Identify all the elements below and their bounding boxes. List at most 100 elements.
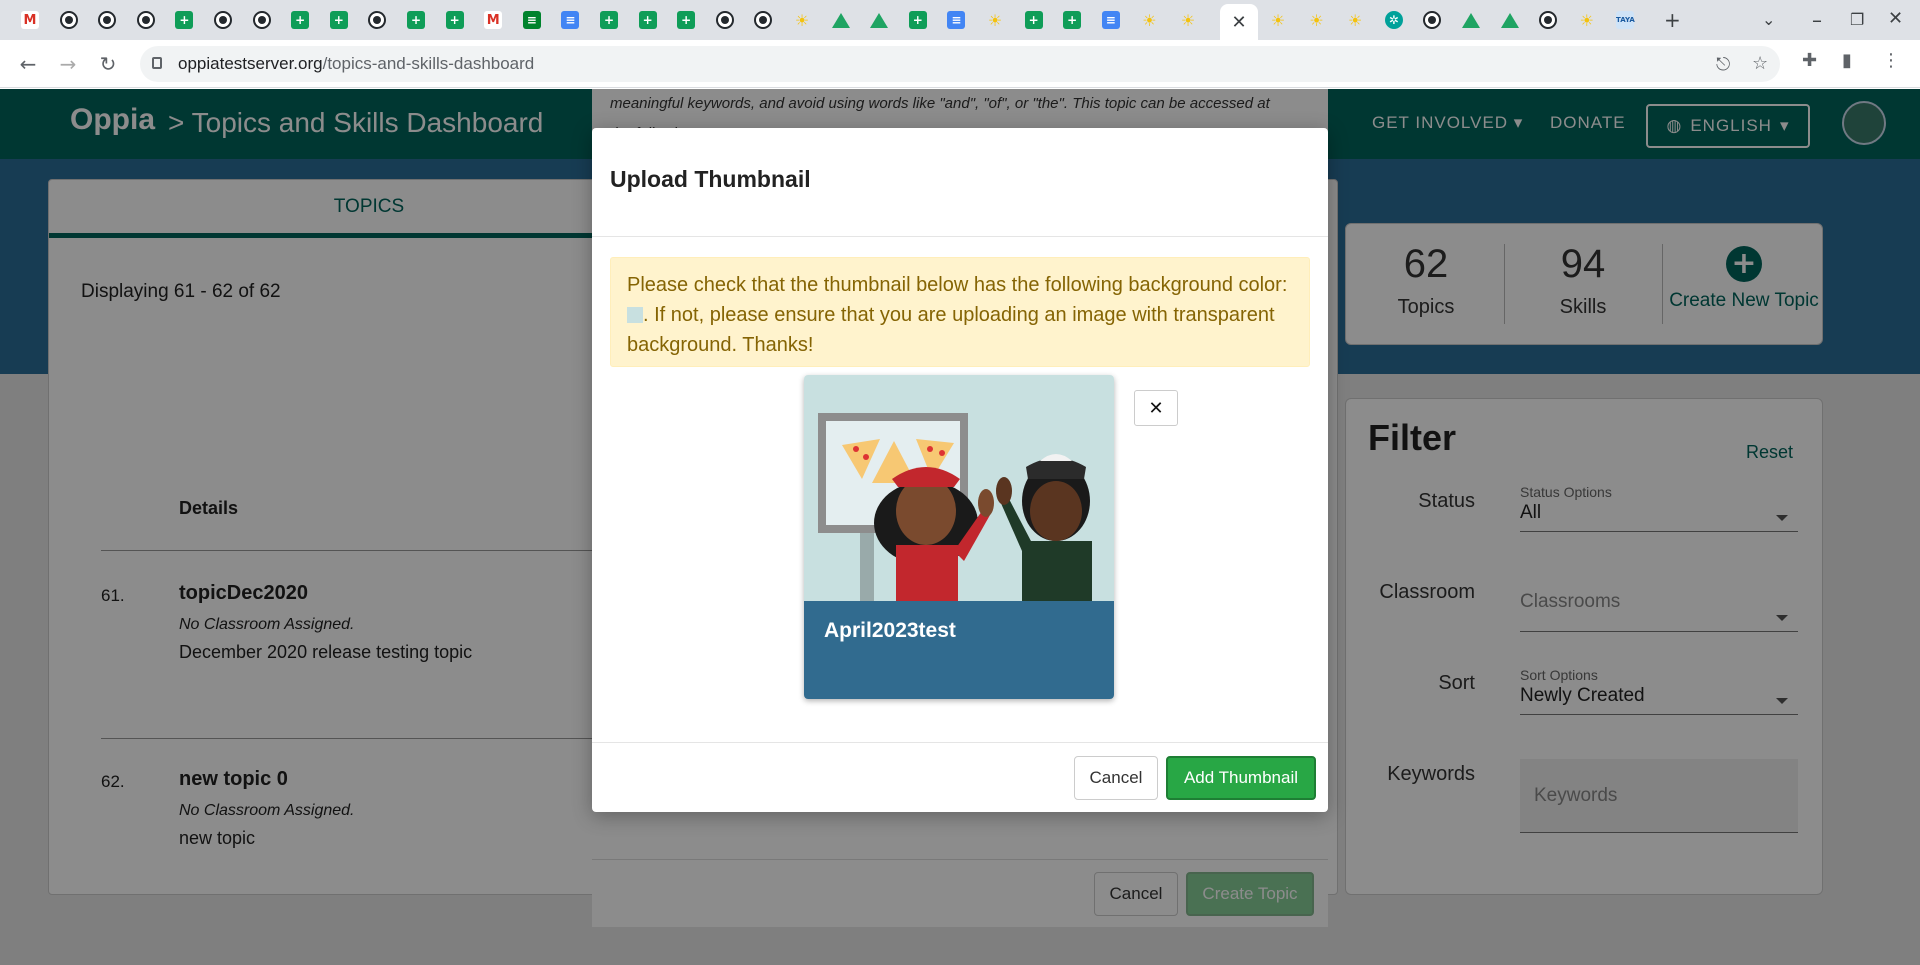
browser-tab[interactable] [211,8,235,32]
browser-tab[interactable]: + [636,8,660,32]
browser-tab[interactable] [95,8,119,32]
browser-tab[interactable]: ☀ [1305,8,1329,32]
browser-tab[interactable]: ☀ [1575,8,1599,32]
window-close-icon[interactable]: ✕ [1888,8,1903,29]
cancel-button[interactable]: Cancel [1074,756,1158,800]
url-text: oppiatestserver.org/topics-and-skills-da… [178,54,534,74]
gmail-icon: M [21,11,39,29]
minimize-icon[interactable]: – [1812,8,1822,32]
lightbulb-icon: ☀ [987,10,1003,30]
docs-icon: ≡ [561,11,580,29]
browser-tab-strip: ✕ + ⌄ – ❐ ✕ M + + + + + M ≡ ≡ + + + ☀ + ≡ ☀ + + ≡ ☀ ☀ ☀ ☀ ☀ ✲ ☀ TA… [0,0,1920,40]
browser-tab[interactable] [1536,8,1560,32]
browser-tab[interactable] [751,8,775,32]
modal-title: Upload Thumbnail [610,166,811,192]
menu-kebab-icon[interactable]: ⋮ [1882,50,1900,71]
browser-tab[interactable]: + [404,8,428,32]
github-icon [136,11,155,29]
add-thumbnail-button[interactable]: Add Thumbnail [1166,756,1316,800]
github-icon [214,11,232,29]
browser-tab[interactable]: ☀ [790,8,814,32]
browser-tab[interactable] [713,8,737,32]
active-tab[interactable]: ✕ [1220,4,1258,40]
browser-tab[interactable]: ≡ [944,8,968,32]
address-bar[interactable]: oppiatestserver.org/topics-and-skills-da… [140,46,1780,82]
close-icon: ✕ [1148,397,1164,419]
browser-tab[interactable] [365,8,389,32]
lightbulb-icon: ☀ [1142,10,1157,30]
browser-tab[interactable]: + [327,8,351,32]
tab-close-icon[interactable]: ✕ [1231,12,1246,33]
browser-tab[interactable]: ≡ [558,8,582,32]
reload-icon[interactable]: ↻ [94,50,122,78]
github-icon [368,11,387,29]
lock-icon [152,57,162,69]
sheets-icon: + [445,11,464,29]
thumbnail-title-bar: April2023test [804,601,1114,699]
share-icon[interactable]: ⎋ [1716,54,1730,75]
upload-thumbnail-modal: Upload Thumbnail Please check that the t… [592,128,1328,812]
docs-icon: ≡ [947,11,966,29]
browser-tab[interactable]: + [1060,8,1084,32]
chat-icon: ≡ [522,11,541,29]
back-icon[interactable]: ← [14,50,42,78]
browser-tab[interactable]: + [597,8,621,32]
browser-tab[interactable]: M [18,8,42,32]
browser-tab[interactable]: ☀ [983,8,1007,32]
side-panel-icon[interactable]: ▮ [1842,50,1852,71]
sheets-icon: + [1063,11,1082,29]
thumbnail-illustration [804,375,1114,601]
browser-tab[interactable] [1459,8,1483,32]
thumbnail-title: April2023test [824,619,956,642]
browser-tab[interactable]: ☀ [1176,8,1200,32]
bookmark-star-icon[interactable]: ☆ [1752,53,1768,74]
modal-header-divider [592,236,1328,237]
browser-tab[interactable] [1420,8,1444,32]
github-icon [98,11,117,29]
alert-text-part2: . If not, please ensure that you are upl… [627,304,1275,356]
browser-tab[interactable]: + [674,8,698,32]
browser-tab[interactable]: ≡ [520,8,544,32]
browser-tab[interactable] [57,8,81,32]
sheets-icon: + [908,11,927,29]
drive-icon [1462,12,1480,28]
browser-tab[interactable] [829,8,853,32]
lightbulb-icon: ☀ [794,10,810,30]
lightbulb-icon: ☀ [1579,10,1594,30]
browser-tab[interactable]: + [443,8,467,32]
browser-tab[interactable]: TAYA [1613,8,1637,32]
browser-tab[interactable]: ☀ [1343,8,1367,32]
modal-footer-divider [592,742,1328,743]
thumbnail-preview: April2023test [804,375,1114,699]
browser-tab[interactable] [250,8,274,32]
sheets-icon: + [600,11,618,29]
browser-tab[interactable]: + [172,8,196,32]
forward-icon[interactable]: → [54,50,82,78]
browser-tab[interactable] [1498,8,1522,32]
restore-icon[interactable]: ❐ [1850,10,1864,29]
docs-icon: ≡ [1101,11,1120,29]
github-icon [252,11,271,29]
new-tab-icon[interactable]: + [1664,8,1681,32]
browser-tab[interactable]: ✲ [1382,8,1406,32]
browser-tab[interactable]: + [288,8,312,32]
browser-tab[interactable] [134,8,158,32]
background-color-alert: Please check that the thumbnail below ha… [610,257,1310,367]
lightbulb-icon: ☀ [1270,10,1286,30]
browser-tab[interactable]: + [1022,8,1046,32]
browser-tab[interactable]: ≡ [1099,8,1123,32]
sheets-icon: + [407,11,425,29]
sheets-icon: + [677,11,696,29]
browser-tab[interactable]: M [481,8,505,32]
browser-toolbar: ← → ↻ oppiatestserver.org/topics-and-ski… [0,40,1920,88]
drive-icon [1500,12,1519,28]
browser-tab[interactable]: ☀ [1137,8,1161,32]
sheets-icon: + [291,11,310,29]
remove-thumbnail-button[interactable]: ✕ [1134,390,1178,426]
browser-tab[interactable]: + [906,8,930,32]
browser-tab[interactable]: ☀ [1266,8,1290,32]
taya-icon: TAYA [1616,11,1635,29]
extensions-icon[interactable]: ✚ [1802,50,1817,71]
browser-tab[interactable] [867,8,891,32]
tab-search-chevron-icon[interactable]: ⌄ [1762,10,1775,29]
